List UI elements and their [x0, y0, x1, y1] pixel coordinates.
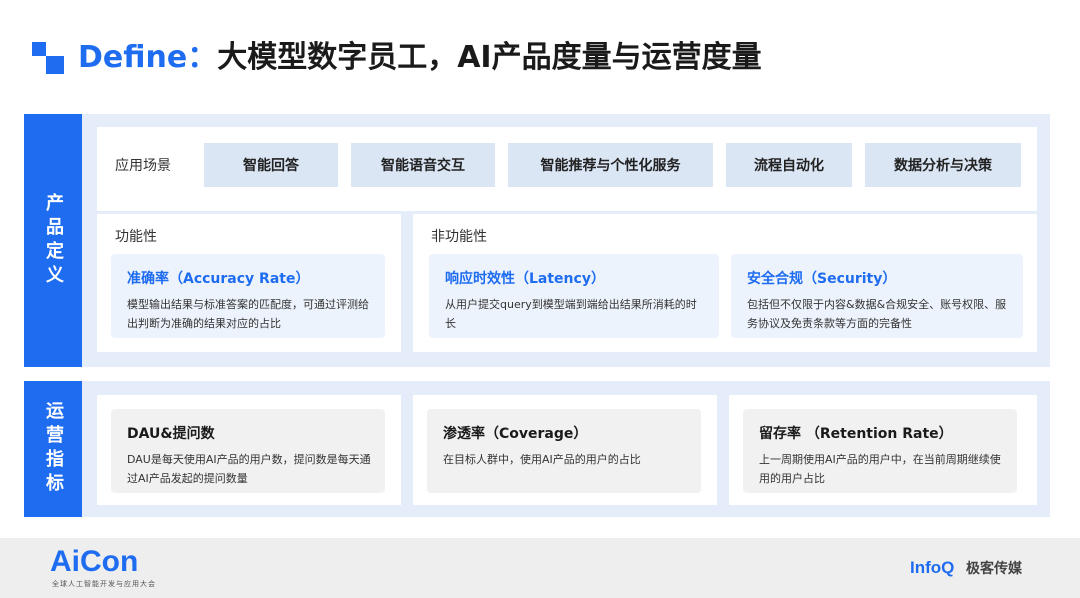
dau-desc: DAU是每天使用AI产品的用户数，提问数是每天通过AI产品发起的提问数量 [127, 453, 371, 485]
aicon-subtitle: 全球人工智能开发与应用大会 [52, 580, 156, 588]
scenario-chip-smart-answer: 智能回答 [204, 143, 338, 187]
latency-title: 响应时效性（Latency） [445, 271, 605, 287]
aicon-logo: AiCon [50, 545, 139, 578]
page-title-rest: 大模型数字员工，AI产品度量与运营度量 [217, 40, 762, 75]
scenario-row: 应用场景 智能回答 智能语音交互 智能推荐与个性化服务 流程自动化 数据分析与决… [97, 127, 1037, 211]
retention-title: 留存率 （Retention Rate） [759, 426, 953, 442]
retention-card: 留存率 （Retention Rate） 上一周期使用AI产品的用户中，在当前周… [743, 409, 1017, 493]
accuracy-desc: 模型输出结果与标准答案的匹配度，可通过评测给出判断为准确的结果对应的占比 [127, 298, 369, 330]
scenario-chip-automation: 流程自动化 [726, 143, 852, 187]
product-definition-section: 产品定义 应用场景 智能回答 智能语音交互 智能推荐与个性化服务 流程自动化 数… [24, 114, 1050, 367]
page-title: Define：大模型数字员工，AI产品度量与运营度量 [78, 36, 762, 80]
accuracy-card: 准确率（Accuracy Rate） 模型输出结果与标准答案的匹配度，可通过评测… [111, 254, 385, 338]
non-functional-panel: 非功能性 响应时效性（Latency） 从用户提交query到模型端到端给出结果… [413, 214, 1037, 352]
geek-media-brand: 极客传媒 [966, 561, 1022, 577]
operations-metrics-section: 运营指标 DAU&提问数 DAU是每天使用AI产品的用户数，提问数是每天通过AI… [24, 381, 1050, 517]
scenario-label: 应用场景 [115, 158, 171, 174]
functional-panel: 功能性 准确率（Accuracy Rate） 模型输出结果与标准答案的匹配度，可… [97, 214, 401, 352]
security-desc: 包括但不仅限于内容&数据&合规安全、账号权限、服务协议及免责条款等方面的完备性 [747, 298, 1007, 330]
scenario-chip-recommendation: 智能推荐与个性化服务 [508, 143, 713, 187]
operations-metrics-label: 运营指标 [24, 381, 82, 517]
accuracy-title: 准确率（Accuracy Rate） [127, 271, 310, 287]
functional-title: 功能性 [115, 229, 157, 245]
infoq-logo: InfoQ [910, 558, 955, 577]
coverage-desc: 在目标人群中，使用AI产品的用户的占比 [443, 453, 641, 466]
coverage-title: 渗透率（Coverage） [443, 426, 588, 442]
security-card: 安全合规（Security） 包括但不仅限于内容&数据&合规安全、账号权限、服务… [731, 254, 1023, 338]
scenario-chip-data-analysis: 数据分析与决策 [865, 143, 1021, 187]
coverage-card: 渗透率（Coverage） 在目标人群中，使用AI产品的用户的占比 [427, 409, 701, 493]
page-title-accent: Define： [78, 40, 218, 75]
dau-title: DAU&提问数 [127, 426, 215, 442]
retention-panel: 留存率 （Retention Rate） 上一周期使用AI产品的用户中，在当前周… [729, 395, 1037, 505]
retention-desc: 上一周期使用AI产品的用户中，在当前周期继续使用的用户占比 [759, 453, 1001, 485]
title-logo-icon [32, 42, 66, 76]
security-title: 安全合规（Security） [747, 271, 897, 287]
footer: AiCon 全球人工智能开发与应用大会 InfoQ 极客传媒 [0, 538, 1080, 598]
coverage-panel: 渗透率（Coverage） 在目标人群中，使用AI产品的用户的占比 [413, 395, 717, 505]
non-functional-title: 非功能性 [431, 229, 487, 245]
latency-desc: 从用户提交query到模型端到端给出结果所消耗的时长 [445, 298, 697, 330]
dau-panel: DAU&提问数 DAU是每天使用AI产品的用户数，提问数是每天通过AI产品发起的… [97, 395, 401, 505]
latency-card: 响应时效性（Latency） 从用户提交query到模型端到端给出结果所消耗的时… [429, 254, 719, 338]
scenario-chip-voice-interaction: 智能语音交互 [351, 143, 495, 187]
dau-card: DAU&提问数 DAU是每天使用AI产品的用户数，提问数是每天通过AI产品发起的… [111, 409, 385, 493]
product-definition-label: 产品定义 [24, 114, 82, 367]
